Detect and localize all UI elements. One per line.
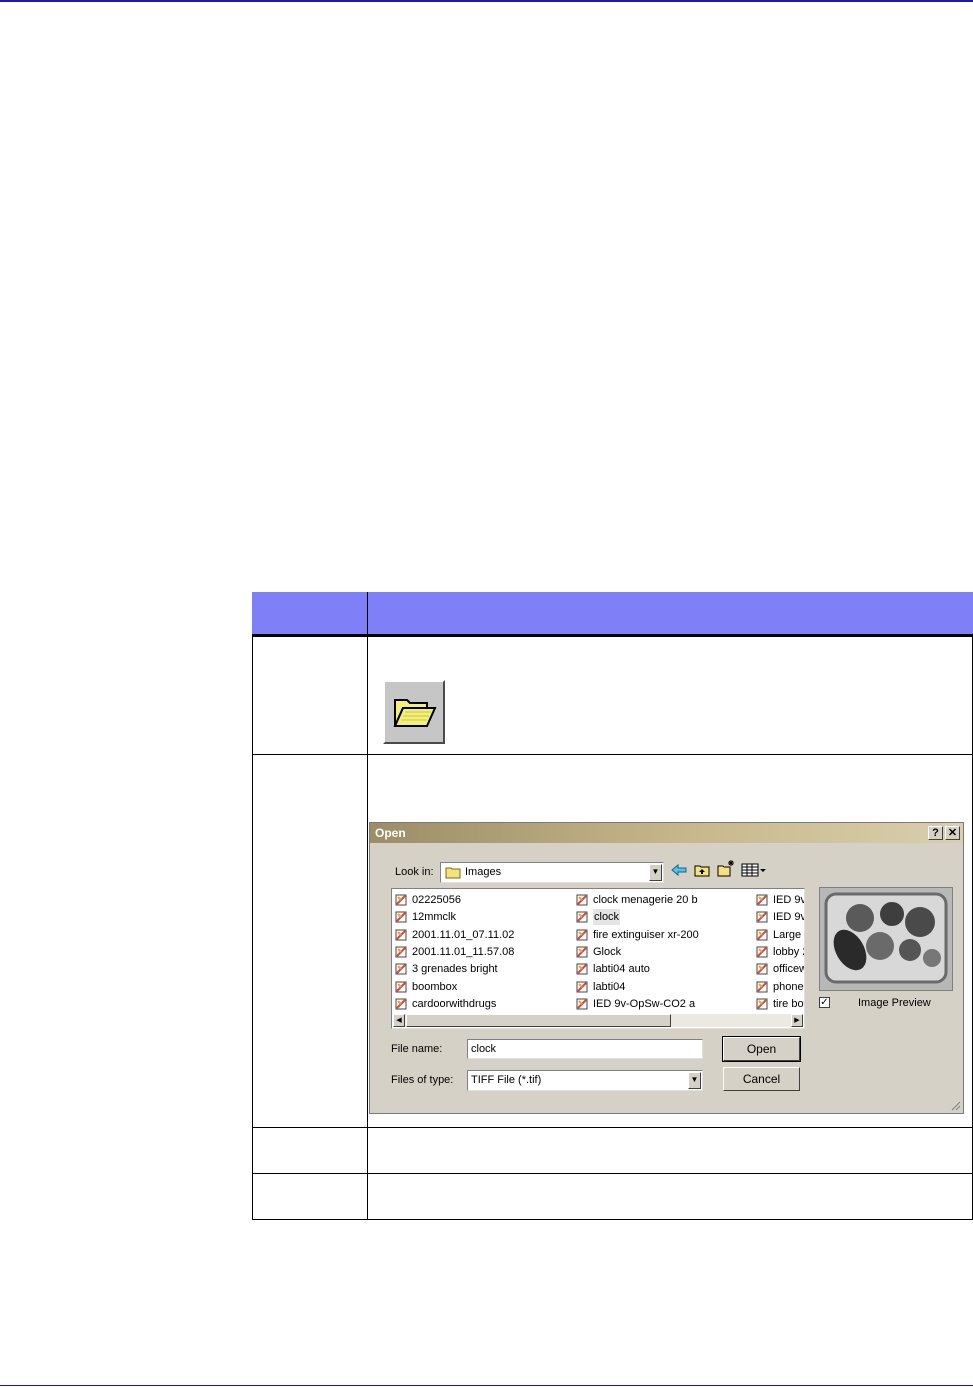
file-name: clock bbox=[593, 909, 621, 926]
footer-rule bbox=[0, 1385, 973, 1386]
chevron-down-icon[interactable]: ▼ bbox=[649, 864, 662, 881]
new-folder-icon[interactable] bbox=[717, 859, 735, 877]
file-name: 02225056 bbox=[412, 894, 461, 906]
file-name: tire bot bbox=[773, 997, 805, 1010]
image-preview-thumbnail bbox=[819, 887, 953, 991]
file-name: cardoorwithdrugs bbox=[412, 997, 497, 1010]
look-in-label: Look in: bbox=[395, 866, 434, 878]
close-button[interactable]: ✕ bbox=[945, 826, 960, 840]
back-arrow-icon[interactable] bbox=[671, 863, 687, 877]
file-name: fire extinguiser xr-200 bbox=[593, 928, 699, 941]
table-row-divider bbox=[252, 1127, 973, 1128]
open-folder-icon bbox=[393, 699, 437, 727]
dialog-titlebar: Open ? ✕ bbox=[370, 823, 963, 843]
image-file-icon bbox=[756, 894, 768, 906]
file-name: 12mmclk bbox=[412, 911, 457, 924]
open-dialog: Open ? ✕ Look in: Images ▼ 02225056 12mmc… bbox=[369, 822, 964, 1114]
image-file-icon bbox=[756, 911, 768, 923]
image-file-icon bbox=[576, 946, 588, 958]
file-name: officew bbox=[773, 963, 805, 976]
image-file-icon bbox=[395, 894, 407, 906]
file-name: labti04 bbox=[593, 980, 626, 993]
image-file-icon bbox=[395, 929, 407, 941]
up-folder-icon[interactable] bbox=[694, 863, 710, 877]
image-file-icon bbox=[395, 998, 407, 1010]
image-file-icon bbox=[395, 946, 407, 958]
image-file-icon bbox=[576, 998, 588, 1010]
image-preview-checkbox[interactable]: ✓ bbox=[819, 997, 830, 1008]
look-in-value: Images bbox=[465, 866, 502, 878]
image-file-icon bbox=[756, 998, 768, 1010]
scroll-left-icon[interactable]: ◀ bbox=[393, 1014, 405, 1027]
look-in-dropdown[interactable]: Images ▼ bbox=[440, 862, 664, 883]
image-file-icon bbox=[576, 929, 588, 941]
files-of-type-label: Files of type: bbox=[391, 1074, 454, 1086]
cancel-button[interactable]: Cancel bbox=[723, 1067, 800, 1091]
image-file-icon bbox=[576, 963, 588, 975]
scrollbar-thumb[interactable] bbox=[406, 1014, 671, 1027]
folder-icon bbox=[445, 867, 461, 879]
image-file-icon bbox=[395, 981, 407, 992]
image-file-icon bbox=[576, 894, 588, 906]
open-button[interactable]: Open bbox=[722, 1036, 801, 1062]
file-name: Glock bbox=[593, 945, 622, 958]
file-name: IED 9v bbox=[773, 911, 805, 924]
table-header-divider bbox=[367, 592, 368, 634]
file-name: clock menagerie 20 b bbox=[593, 894, 698, 906]
files-of-type-dropdown[interactable]: TIFF File (*.tif) ▼ bbox=[467, 1070, 703, 1091]
open-folder-button[interactable] bbox=[383, 680, 445, 744]
file-name: IED 9v-OpSw-CO2 a bbox=[593, 997, 696, 1010]
file-name: phone bbox=[773, 980, 804, 993]
table-row-divider bbox=[252, 1173, 973, 1174]
image-file-icon bbox=[756, 946, 768, 958]
image-file-icon bbox=[576, 981, 588, 992]
image-file-icon bbox=[756, 963, 768, 975]
file-name: 2001.11.01_07.11.02 bbox=[412, 928, 515, 941]
file-name: boombox bbox=[412, 980, 458, 993]
preview-image bbox=[820, 888, 952, 990]
file-name-label: File name: bbox=[391, 1043, 443, 1055]
chevron-down-icon[interactable]: ▼ bbox=[688, 1072, 701, 1089]
header-rule bbox=[0, 0, 973, 2]
table-column-divider bbox=[367, 637, 368, 1220]
file-name: labti04 auto bbox=[593, 963, 650, 976]
image-file-icon bbox=[395, 911, 407, 923]
image-file-icon bbox=[395, 963, 407, 975]
file-list[interactable]: 02225056 12mmclk 2001.11.01_07.11.02 2001.1… bbox=[391, 888, 805, 1029]
file-name: 2001.11.01_11.57.08 bbox=[412, 945, 515, 958]
resize-grip-icon[interactable] bbox=[950, 1100, 961, 1111]
image-preview-label: Image Preview bbox=[858, 997, 931, 1009]
file-name: IED 9v bbox=[773, 894, 805, 906]
files-of-type-value: TIFF File (*.tif) bbox=[471, 1074, 542, 1086]
table-border-left bbox=[252, 637, 253, 1220]
image-file-icon bbox=[756, 981, 768, 992]
table-bottom-border bbox=[252, 1219, 973, 1220]
file-name: 3 grenades bright bbox=[412, 963, 498, 976]
image-file-icon bbox=[576, 911, 588, 923]
horizontal-scrollbar[interactable]: ◀ ▶ bbox=[393, 1014, 803, 1027]
file-name: lobby 2 bbox=[773, 945, 805, 958]
file-name: Large l bbox=[773, 928, 805, 941]
scroll-right-icon[interactable]: ▶ bbox=[791, 1014, 803, 1027]
table-row-divider bbox=[252, 754, 973, 755]
table-header bbox=[252, 592, 973, 634]
help-button[interactable]: ? bbox=[928, 826, 943, 840]
view-menu-icon[interactable] bbox=[741, 863, 767, 877]
image-file-icon bbox=[756, 929, 768, 941]
file-name-input[interactable] bbox=[467, 1039, 703, 1059]
dialog-title: Open bbox=[375, 826, 406, 840]
